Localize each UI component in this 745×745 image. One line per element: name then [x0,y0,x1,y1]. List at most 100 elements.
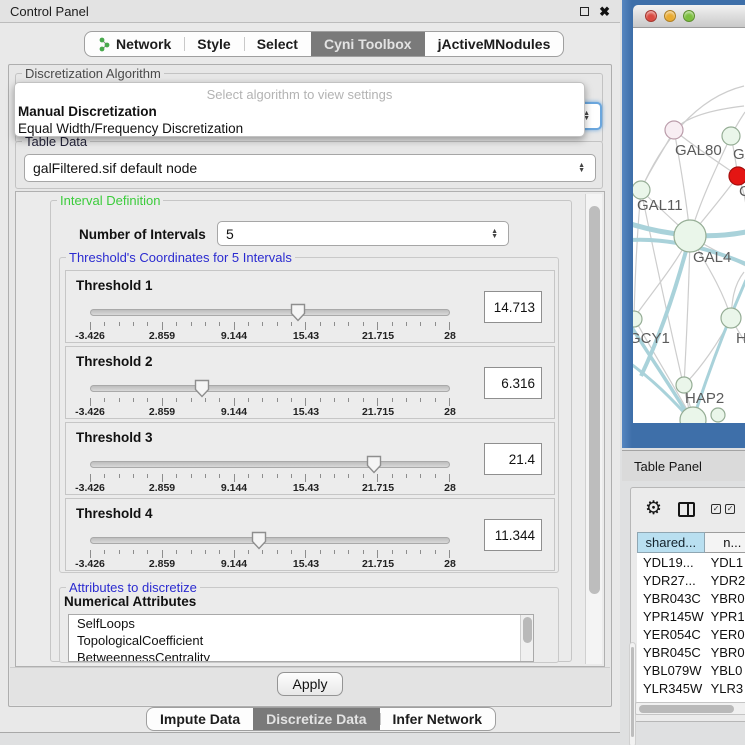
table-cell[interactable]: YBR043C [637,589,705,607]
table-cell[interactable]: YBR0 [705,589,745,607]
table-vertical-scrollbar[interactable] [629,642,636,745]
network-node[interactable] [722,127,740,145]
numerical-attributes-list[interactable]: SelfLoops TopologicalCoefficient Between… [68,614,534,662]
table-row[interactable]: YLR345WYLR3 [637,679,745,697]
tab-cyni-toolbox[interactable]: Cyni Toolbox [311,32,425,56]
table-cell[interactable]: YLR3 [705,679,745,697]
table-cell[interactable]: YER054C [637,625,705,643]
control-panel-window: Control Panel ✖ Network Style Select Cyn… [0,0,620,733]
network-edge[interactable] [674,106,744,130]
slider-tick-labels: -3.4262.8599.14415.4321.71528 [90,482,450,493]
threshold-4-slider[interactable]: -3.4262.8599.14415.4321.71528 [90,533,450,567]
table-panel-header: Table Panel [622,450,745,481]
table-horizontal-scrollbar[interactable] [635,702,745,715]
table-row[interactable]: YBR043CYBR0 [637,589,745,607]
network-node[interactable] [711,408,725,422]
threshold-3-value-field[interactable]: 21.4 [484,443,542,475]
close-traffic-light[interactable] [645,10,657,22]
threshold-1-slider[interactable]: -3.4262.8599.14415.4321.71528 [90,305,450,339]
network-canvas[interactable]: GAL80GACGAL11GAL4GCY1HHAP2 [633,28,745,423]
network-node[interactable] [674,220,706,252]
combo-arrows-icon: ▲▼ [578,163,587,173]
table-cell[interactable]: YPR1 [705,607,745,625]
table-cell[interactable]: YBR0 [705,643,745,661]
apply-button[interactable]: Apply [277,672,343,696]
network-node[interactable] [633,311,642,327]
tick-label: 2.859 [149,330,175,342]
tab-discretize-data[interactable]: Discretize Data [253,708,379,730]
threshold-2-slider[interactable]: -3.4262.8599.14415.4321.71528 [90,381,450,415]
tab-select[interactable]: Select [244,32,311,56]
column-header-name[interactable]: n... [705,532,745,553]
attributes-scrollbar[interactable] [520,615,533,661]
algorithm-option-equal-width[interactable]: Equal Width/Frequency Discretization [15,120,584,137]
threshold-2-row: Threshold 2 -3.4262.8599.14415.4321.7152… [65,346,555,419]
slider-tick-labels: -3.4262.8599.14415.4321.71528 [90,330,450,341]
network-node[interactable] [721,308,741,328]
zoom-traffic-light[interactable] [683,10,695,22]
table-cell[interactable]: YBL0 [705,661,745,679]
panel-scrollbar[interactable] [585,194,602,664]
slider-track[interactable] [90,385,450,392]
table-cell[interactable]: YPR145W [637,607,705,625]
network-window-titlebar[interactable] [633,5,745,28]
list-item[interactable]: BetweennessCentrality [69,649,533,662]
minimize-traffic-light[interactable] [664,10,676,22]
table-cell[interactable]: YDR2 [705,571,745,589]
checkbox-icon[interactable]: ✓ [725,504,735,514]
checkbox-icon[interactable]: ✓ [711,504,721,514]
table-row[interactable]: YPR145WYPR1 [637,607,745,625]
slider-track[interactable] [90,537,450,544]
threshold-4-value-field[interactable]: 11.344 [484,519,542,551]
table-row[interactable]: YDL19...YDL1 [637,553,745,571]
tick-label: -3.426 [75,406,105,418]
tab-style[interactable]: Style [184,32,243,56]
table-cell[interactable]: YLR345W [637,679,705,697]
list-item[interactable]: TopologicalCoefficient [69,632,533,649]
table-cell[interactable]: YDL1 [705,553,745,571]
threshold-3-slider[interactable]: -3.4262.8599.14415.4321.71528 [90,457,450,491]
table-row[interactable]: YBL079WYBL0 [637,661,745,679]
bottom-tab-bar: Impute Data Discretize Data Infer Networ… [146,707,496,731]
number-of-intervals-combobox[interactable]: 5 ▲▼ [217,221,509,246]
float-window-icon[interactable] [580,7,589,16]
table-cell[interactable]: YBL079W [637,661,705,679]
tick-label: 28 [444,558,456,570]
table-cell[interactable]: YDR27... [637,571,705,589]
close-icon[interactable]: ✖ [599,7,610,16]
slider-track[interactable] [90,461,450,468]
gear-icon[interactable]: ⚙ [645,499,662,519]
table-row[interactable]: YBR045CYBR0 [637,643,745,661]
slider-thumb[interactable] [290,303,306,322]
algorithm-option-manual[interactable]: Manual Discretization [15,103,584,120]
threshold-1-value-field[interactable]: 14.713 [484,291,542,323]
network-node-label: C [739,183,745,200]
table-row[interactable]: YER054CYER0 [637,625,745,643]
table-cell[interactable]: YER0 [705,625,745,643]
number-of-intervals-label: Number of Intervals [79,227,206,242]
threshold-2-value-field[interactable]: 6.316 [484,367,542,399]
tab-network[interactable]: Network [85,32,184,56]
table-cell[interactable]: YBR045C [637,643,705,661]
slider-track[interactable] [90,309,450,316]
tab-infer-network[interactable]: Infer Network [380,708,495,730]
split-columns-icon[interactable] [678,502,695,517]
discretization-algorithm-label: Discretization Algorithm [22,66,164,81]
network-node-label: H [736,330,745,347]
slider-thumb[interactable] [366,455,382,474]
slider-thumb[interactable] [251,531,267,550]
table-row[interactable]: YDR27...YDR2 [637,571,745,589]
list-item[interactable]: SelfLoops [69,615,533,632]
slider-thumb[interactable] [194,379,210,398]
slider-ticks [90,398,450,406]
network-node[interactable] [665,121,683,139]
network-edge[interactable] [641,130,674,190]
algorithm-placeholder-option[interactable]: Select algorithm to view settings [15,87,584,103]
column-header-shared-name[interactable]: shared... [637,532,705,553]
tab-impute-data[interactable]: Impute Data [147,708,253,730]
tab-jactivemnodules[interactable]: jActiveMNodules [425,32,564,56]
slider-ticks [90,474,450,482]
table-cell[interactable]: YDL19... [637,553,705,571]
threshold-3-label: Threshold 3 [76,430,153,445]
table-data-combobox[interactable]: galFiltered.sif default node ▲▼ [24,154,596,182]
